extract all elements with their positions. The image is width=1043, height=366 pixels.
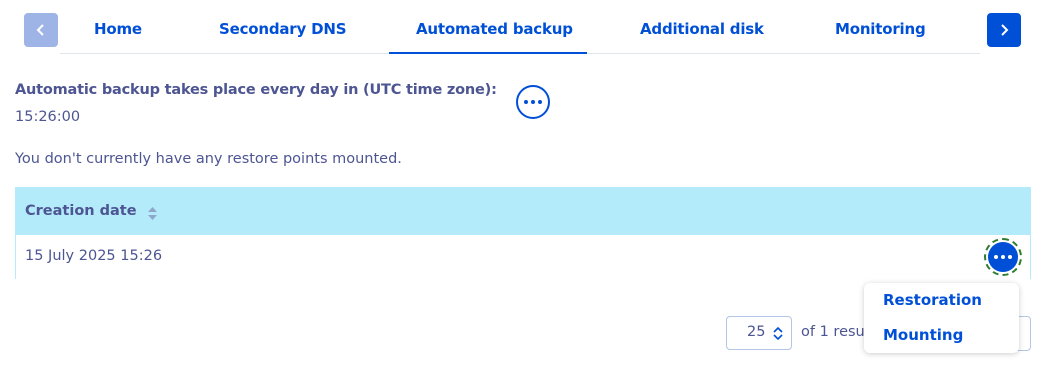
sort-icon[interactable]: [148, 207, 157, 220]
backup-schedule-time: 15:26:00: [15, 109, 81, 125]
more-options-icon-dot: [1008, 255, 1012, 259]
table-header: Creation date: [16, 188, 1030, 235]
menu-item-mounting[interactable]: Mounting: [883, 326, 963, 344]
creation-date-cell: 15 July 2025 15:26: [25, 248, 163, 264]
tab-automated-backup[interactable]: Automated backup: [416, 20, 573, 38]
row-actions-menu: Restoration Mounting: [864, 283, 1019, 353]
tab-additional-disk[interactable]: Additional disk: [640, 20, 764, 38]
schedule-options-button[interactable]: [516, 85, 550, 119]
page-size-select[interactable]: 25: [726, 316, 792, 350]
tab-scroll-next-button[interactable]: [987, 13, 1021, 47]
pagination-summary: of 1 resu: [801, 324, 865, 340]
page-size-value: 25: [747, 324, 766, 340]
row-actions-button[interactable]: [984, 238, 1022, 276]
tab-bar: Home Secondary DNS Automated backup Addi…: [60, 8, 980, 54]
restore-points-table: Creation date 15 July 2025 15:26: [15, 187, 1031, 279]
more-options-icon-dot: [538, 100, 542, 104]
tab-scroll-prev-button[interactable]: [24, 13, 58, 47]
active-tab-indicator: [389, 52, 587, 54]
restore-points-notice: You don't currently have any restore poi…: [15, 151, 402, 167]
more-options-icon-dot: [531, 100, 535, 104]
updown-chevron-icon: [773, 326, 783, 341]
column-header-creation-date[interactable]: Creation date: [25, 203, 137, 219]
chevron-left-icon: [36, 24, 44, 36]
backup-schedule-label: Automatic backup takes place every day i…: [15, 82, 497, 98]
more-options-icon: [988, 242, 1018, 272]
tab-monitoring[interactable]: Monitoring: [835, 20, 926, 38]
tab-home[interactable]: Home: [94, 20, 142, 38]
more-options-icon-dot: [994, 255, 998, 259]
tab-secondary-dns[interactable]: Secondary DNS: [219, 20, 347, 38]
more-options-icon: [524, 100, 528, 104]
more-options-icon-dot: [1001, 255, 1005, 259]
chevron-right-icon: [1001, 24, 1009, 36]
table-row: 15 July 2025 15:26: [16, 235, 1030, 279]
menu-item-restoration[interactable]: Restoration: [883, 291, 982, 309]
